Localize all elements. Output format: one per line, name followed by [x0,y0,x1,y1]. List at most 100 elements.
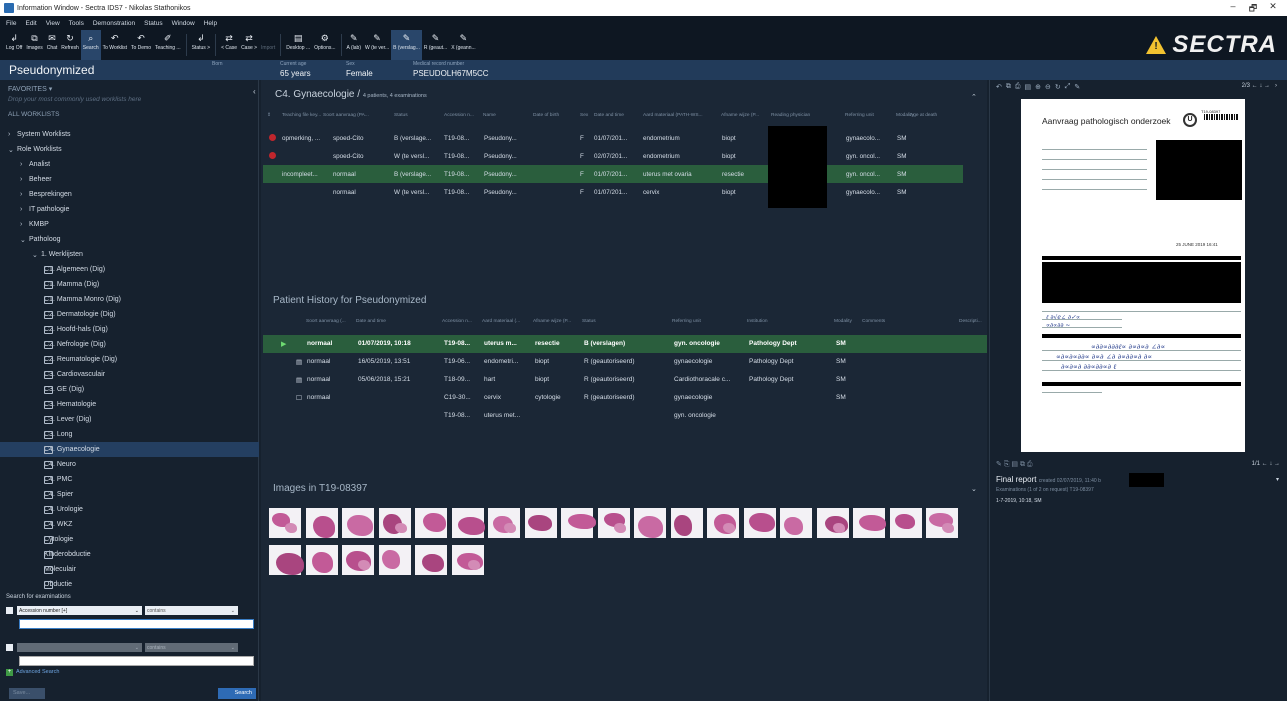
slide-thumbnail[interactable] [378,508,411,538]
slide-thumbnail[interactable] [670,508,703,538]
edit-icon[interactable]: ✎ [996,461,1002,468]
toolbar-case-button[interactable]: ⇄ Case > [239,30,259,60]
chevron-down-icon[interactable]: ⌄ [8,146,17,154]
sidebar-item-patholoog[interactable]: ⌄ Patholoog [0,232,259,247]
column-header[interactable]: Soort aanvraag (... [306,319,346,324]
menu-help[interactable]: Help [204,20,217,27]
search-operator-select[interactable]: contains ⌄ [145,606,238,615]
slide-thumbnail[interactable] [816,508,849,538]
sidebar-item-c3-cardiovasculair[interactable]: C3. Cardiovasculair [0,367,259,382]
toolbar-teaching-button[interactable]: ✐ Teaching ... [153,30,183,60]
toolbar-search-button[interactable]: ⌕ Search [80,30,101,60]
print-icon[interactable]: ⎙ [1027,461,1033,468]
sidebar-item-moleculair[interactable]: Moleculair [0,562,259,577]
toolbar-log-off-button[interactable]: ↲ Log Off [4,30,24,60]
slide-thumbnail[interactable] [342,508,374,538]
toolbar-a-lab-button[interactable]: ✎ A (lab) [345,30,363,60]
toolbar-w-te-ver-button[interactable]: ✎ W (te ver... [363,30,391,60]
menu-tools[interactable]: Tools [69,20,84,27]
column-header[interactable]: Age at death [910,113,937,118]
rotate-icon[interactable]: ↻ [1055,83,1061,91]
slide-thumbnail[interactable] [415,508,447,538]
column-header[interactable]: Afname wijze (P... [533,319,571,324]
minimize-button[interactable]: – [1223,1,1243,17]
column-header[interactable]: Status [582,319,596,324]
column-header[interactable]: Modality [834,319,852,324]
slide-thumbnail[interactable] [743,508,776,538]
slide-thumbnail[interactable] [305,508,338,538]
zoom-in-icon[interactable]: ⊕ [1035,83,1041,91]
slide-thumbnail[interactable] [634,508,666,538]
slide-thumbnail[interactable] [707,508,739,538]
toolbar-import-button[interactable]: Import [259,30,277,60]
history-row[interactable]: ☐ normaal C19-30... cervix cytologie R (geaut… [263,389,987,407]
column-header[interactable]: Date and time [356,319,386,324]
document-pager[interactable]: 2/3 ← ↓ → › [1242,83,1277,89]
column-header[interactable]: Date of birth [533,113,559,118]
criteria1-checkbox[interactable] [6,607,13,614]
slide-thumbnail[interactable] [415,545,447,575]
toolbar-to-worklist-button[interactable]: ↶ To Worklist [101,30,129,60]
criteria2-checkbox[interactable] [6,644,13,651]
column-header[interactable]: Institution [747,319,768,324]
toolbar-refresh-button[interactable]: ↻ Refresh [59,30,81,60]
favorites-header[interactable]: FAVORITES ▾ [0,80,258,94]
sidebar-item-cytologie[interactable]: Cytologie [0,532,259,547]
sidebar-item-kmbp[interactable]: › KMBP [0,217,259,232]
slide-thumbnail[interactable] [305,545,338,575]
menu-status[interactable]: Status [144,20,162,27]
column-header[interactable]: Soort aanvraag (PA... [323,113,369,118]
chevron-up-icon[interactable]: ⌃ [971,93,977,101]
column-header[interactable]: Aard materiaal (PATH-WS... [643,113,703,118]
undo-icon[interactable]: ↶ [996,83,1002,91]
slide-thumbnail[interactable] [488,508,520,538]
copy-icon[interactable]: ⧉ [1006,83,1011,91]
chevron-down-icon[interactable]: ⌄ [20,236,29,244]
menu-view[interactable]: View [46,20,60,27]
sidebar-item-c4-wkz[interactable]: C4. WKZ [0,517,259,532]
toolbar-chat-button[interactable]: ✉ Chat [45,30,60,60]
search-button[interactable]: Search [218,688,256,699]
column-header[interactable]: Date and time [594,113,624,118]
column-header[interactable]: Descripti... [959,319,982,324]
history-row[interactable]: ▶ normaal 01/07/2019, 10:18 T19-08... uterus… [263,335,987,353]
toolbar-desktop-button[interactable]: ▤ Desktop ... [284,30,312,60]
sidebar-item-c1-mamma-monro-dig[interactable]: C1. Mamma Monro (Dig) [0,292,259,307]
history-row[interactable]: ▤ normaal 05/06/2018, 15:21 T18-09... hart bi… [263,371,987,389]
report-menu-icon[interactable]: ▾ [1276,476,1279,483]
table-row[interactable]: opmerking, ... spoed-Cito B (verslage... T1… [263,129,963,147]
column-header[interactable]: Accession n... [444,113,474,118]
sidebar-item-c4-neuro[interactable]: C4. Neuro [0,457,259,472]
chevron-right-icon[interactable]: › [20,161,29,168]
sidebar-item-c3-lever-dig[interactable]: C3. Lever (Dig) [0,412,259,427]
toolbar-b-verslag-button[interactable]: ✎ B (verslag... [391,30,422,60]
print-icon[interactable]: ⎙ [1015,83,1021,91]
slide-thumbnail[interactable] [378,545,411,575]
table-row[interactable]: incompleet... normaal B (verslage... T19-08… [263,165,963,183]
sidebar-item-c2-dermatologie-dig[interactable]: C2. Dermatologie (Dig) [0,307,259,322]
toolbar-x-geann-button[interactable]: ✎ X (geann... [449,30,477,60]
fit-icon[interactable]: ⤢ [1065,83,1071,91]
document-icon[interactable]: ▤ [1011,461,1018,468]
toolbar-options-button[interactable]: ⚙ Options... [312,30,337,60]
close-button[interactable]: ✕ [1263,1,1283,17]
slide-thumbnail[interactable] [342,545,374,575]
slide-thumbnail[interactable] [451,508,485,538]
zoom-out-icon[interactable]: ⊖ [1045,83,1051,91]
column-header[interactable]: Reading physician [771,113,810,118]
toolbar-status-button[interactable]: ↲ Status > [190,30,212,60]
sidebar-item-c3-ge-dig[interactable]: C3. GE (Dig) [0,382,259,397]
column-header[interactable]: Afname wijze (P... [721,113,759,118]
history-row[interactable]: T19-08... uterus met... gyn. oncologie [263,407,987,425]
sidebar-item-it-pathologie[interactable]: › IT pathologie [0,202,259,217]
search-input-2[interactable] [19,656,254,666]
column-header[interactable]: Accession n... [442,319,472,324]
slide-thumbnail[interactable] [780,508,812,538]
slide-thumbnail[interactable] [597,508,630,538]
column-header[interactable]: Referring unit [672,319,701,324]
column-header[interactable]: Aard materiaal (... [482,319,520,324]
menu-demonstration[interactable]: Demonstration [93,20,135,27]
chevron-right-icon[interactable]: › [20,221,29,228]
table-row[interactable]: normaal W (te versl... T19-08... Pseudony..… [263,183,963,201]
slide-thumbnail[interactable] [269,545,304,575]
